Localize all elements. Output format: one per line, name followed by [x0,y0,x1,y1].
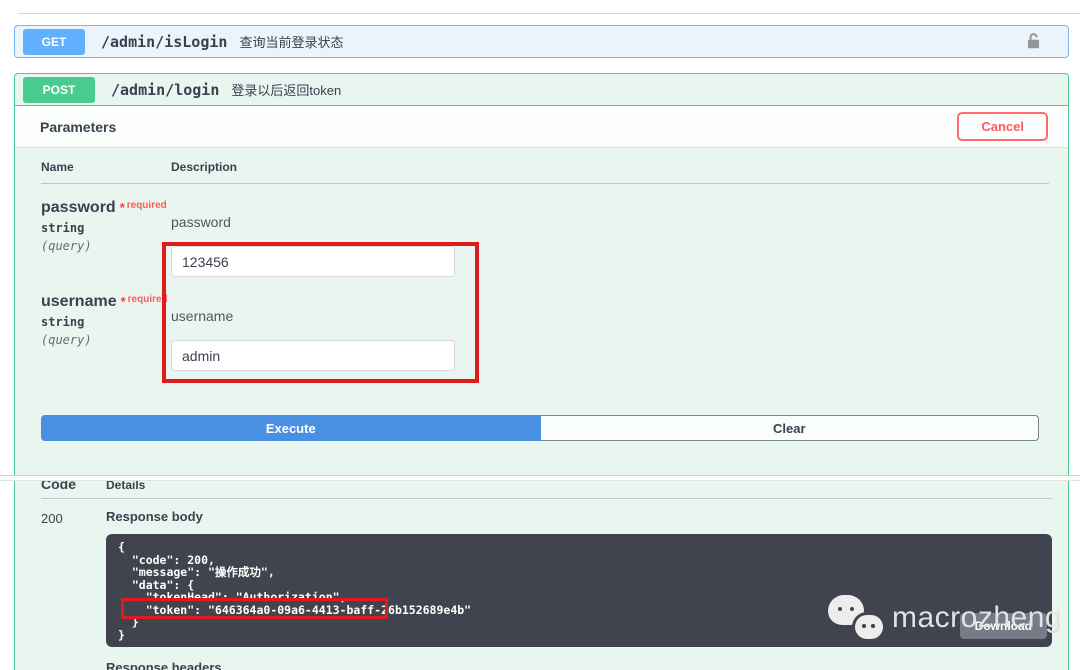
code-line: "message": "操作成功", [118,566,1042,579]
code-line: { [118,541,1042,554]
top-divider [18,13,1080,14]
get-endpoint-summary: 查询当前登录状态 [239,32,343,51]
parameters-table-header: Name Description [41,160,1049,184]
param-row-username: username*required string (query) usernam… [41,277,1049,371]
post-endpoint-path: /admin/login [111,81,219,99]
required-star: * [121,294,126,309]
cancel-button[interactable]: Cancel [957,112,1048,141]
post-method-badge: POST [23,77,95,103]
description-column-header: Description [171,160,1049,174]
get-method-badge: GET [23,29,85,55]
wechat-icon [826,593,886,643]
required-label: required [127,200,167,211]
endpoint-get-islogin[interactable]: GET /admin/isLogin 查询当前登录状态 [14,25,1069,58]
param-type: string [41,315,171,329]
param-row-password: password*required string (query) passwor… [41,184,1049,277]
parameters-section-header: Parameters Cancel [15,106,1068,148]
response-headers-label: Response headers [106,660,1052,670]
param-location: (query) [41,239,171,253]
parameters-table: Name Description password*required strin… [41,160,1049,371]
endpoint-post-login[interactable]: POST /admin/login 登录以后返回token [15,74,1068,106]
param-name: password*required [41,199,171,217]
screenshot-seam [0,475,1080,481]
unlock-icon[interactable] [1025,32,1042,51]
response-row-200: 200 Response body { "code": 200, "messag… [41,509,1052,670]
status-code: 200 [41,509,106,670]
clear-button[interactable]: Clear [541,415,1040,441]
required-star: * [120,200,125,215]
param-location: (query) [41,333,171,347]
param-type: string [41,221,171,235]
response-body-label: Response body [106,509,1052,524]
required-label: required [128,294,168,305]
endpoint-post-login-block: POST /admin/login 登录以后返回token Parameters… [14,73,1069,670]
name-column-header: Name [41,160,171,174]
post-endpoint-summary: 登录以后返回token [231,80,341,99]
get-endpoint-path: /admin/isLogin [101,33,227,51]
param-description: username [171,308,1049,324]
username-input[interactable] [171,340,455,371]
execute-button[interactable]: Execute [41,415,541,441]
watermark-text: macrozheng [892,601,1062,635]
password-input[interactable] [171,246,455,277]
swagger-page: GET /admin/isLogin 查询当前登录状态 POST /admin/… [0,0,1080,670]
watermark: macrozheng [826,593,1062,643]
execute-row: Execute Clear [41,415,1039,441]
parameters-title: Parameters [40,119,116,135]
param-name: username*required [41,293,171,311]
param-description: password [171,214,1049,230]
